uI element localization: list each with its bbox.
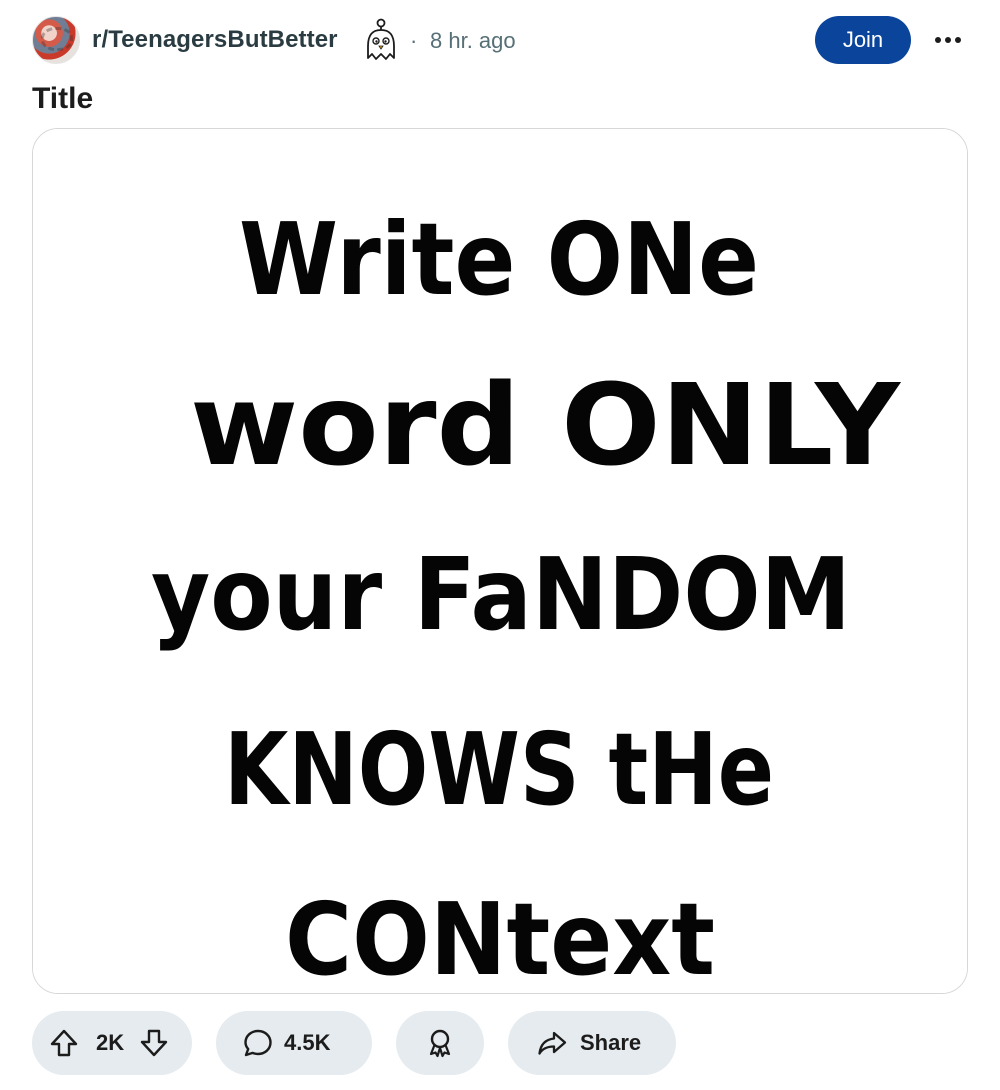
share-button[interactable]: Share xyxy=(508,1011,676,1075)
image-text-line: your FaNDOM xyxy=(151,536,851,653)
share-label: Share xyxy=(580,1030,642,1055)
image-text-line: CONtext xyxy=(285,881,715,993)
image-text-line: Write ONe xyxy=(239,201,759,318)
vote-count: 2K xyxy=(96,1030,125,1055)
meta-separator: · xyxy=(410,28,418,53)
post-header: r/TeenagersButBetter · 8 hr. ago Join xyxy=(32,16,968,66)
post-image-graphic: Write ONe word ONLY your FaNDOM KNOWS tH… xyxy=(33,129,967,993)
ghost-icon xyxy=(367,18,395,60)
share-icon xyxy=(538,1031,567,1055)
post-timestamp: 8 hr. ago xyxy=(430,28,516,53)
upvote-icon[interactable] xyxy=(48,1027,80,1059)
award-button[interactable] xyxy=(396,1011,484,1075)
downvote-icon[interactable] xyxy=(138,1027,170,1059)
post-image[interactable]: Write ONe word ONLY your FaNDOM KNOWS tH… xyxy=(32,128,968,994)
comments-button[interactable]: 4.5K xyxy=(216,1011,372,1075)
more-options-button[interactable] xyxy=(928,20,968,60)
join-button[interactable]: Join xyxy=(815,16,911,64)
post-actions-bar: 2K 4.5K Share xyxy=(32,1011,968,1075)
comment-icon xyxy=(244,1029,272,1057)
comment-count: 4.5K xyxy=(284,1030,331,1055)
subreddit-avatar[interactable] xyxy=(32,16,80,64)
ellipsis-icon xyxy=(935,37,941,43)
image-text-line: word ONLY xyxy=(190,361,902,491)
vote-control: 2K xyxy=(32,1011,192,1075)
subreddit-name[interactable]: r/TeenagersButBetter xyxy=(92,26,338,54)
post-title[interactable]: Title xyxy=(32,82,93,116)
image-text-line: KNOWS tHe xyxy=(224,711,774,828)
award-icon xyxy=(429,1029,451,1058)
